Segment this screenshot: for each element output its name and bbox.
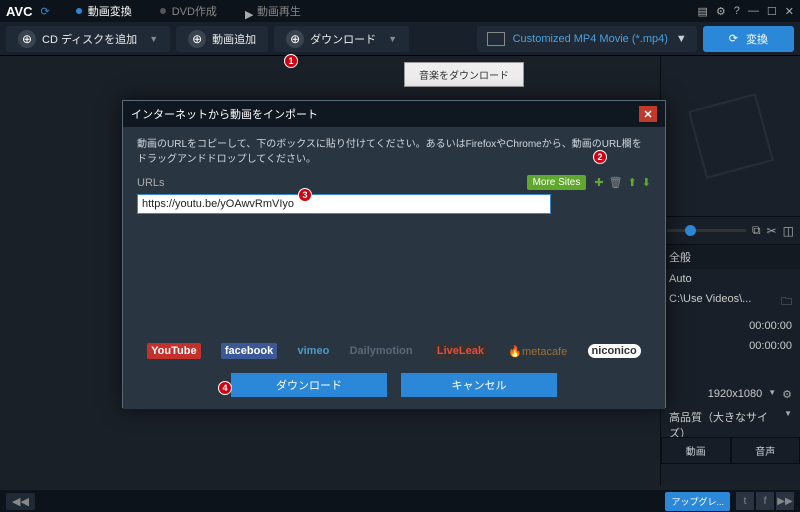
close-icon[interactable]: ✕ [785,5,794,18]
section-general: 全般 [661,245,800,269]
film-plus-icon: ⊕ [188,30,206,48]
more-sites-button[interactable]: More Sites [527,175,587,190]
tab-video[interactable]: 動画 [661,437,731,464]
callout-1: 1 [284,54,298,68]
tab-audio[interactable]: 音声 [731,437,800,464]
prop-resolution[interactable]: 1920x1080▼⚙ [661,384,800,405]
add-cd-button[interactable]: ⊕CD ディスクを追加▼ [6,26,170,52]
trim-slider-row: ⧉ ✂ ◫ [661,216,800,245]
preview-area [661,56,800,216]
side-panel: ⧉ ✂ ◫ 全般 Auto C:\Use Videos\...🗀 00:00:0… [660,56,800,486]
globe-plus-icon: ⊕ [286,30,304,48]
tab-video-convert[interactable]: 動画変換 [62,0,146,22]
metacafe-logo: 🔥metacafe [508,345,567,358]
crop-icon[interactable]: ◫ [783,224,794,238]
folder-icon[interactable]: 🗀 [781,293,792,312]
prop-auto: Auto [661,269,800,289]
maximize-icon[interactable]: ☐ [767,5,777,18]
dialog-body: 動画のURLをコピーして、下のボックスに貼り付けてください。あるいはFirefo… [123,127,665,409]
copy-icon[interactable]: ⧉ [752,223,761,238]
dialog-close-button[interactable]: ✕ [639,106,657,122]
download-button[interactable]: ⊕ダウンロード▼ [274,26,409,52]
dialog-download-button[interactable]: ダウンロード [231,373,387,397]
move-up-icon[interactable]: ⬆ [628,176,637,189]
prop-time1: 00:00:00 [661,316,800,336]
supported-sites-logos: YouTube facebook vimeo Dailymotion LiveL… [137,343,651,359]
callout-4: 4 [218,381,232,395]
callout-3: 3 [298,188,312,202]
dialog-button-row: ダウンロード キャンセル [137,373,651,397]
disc-plus-icon: ⊕ [18,30,36,48]
upgrade-button[interactable]: アップグレ... [665,492,730,511]
play-icon: ▶ [245,8,251,14]
facebook-icon[interactable]: f [756,492,774,510]
url-action-icons: ✚ 🗑 ⬆ ⬇ [594,176,651,189]
youtube-logo: YouTube [147,343,200,359]
delete-url-icon[interactable]: 🗑 [609,176,623,189]
twitter-icon[interactable]: t [736,492,754,510]
side-bottom-tabs: 動画 音声 [661,437,800,464]
music-download-tooltip: 音楽をダウンロード [404,62,524,87]
status-bar: ◀◀ アップグレ... t f ▶▶ [0,490,800,512]
dialog-description: 動画のURLをコピーして、下のボックスに貼り付けてください。あるいはFirefo… [137,137,651,167]
gear-icon[interactable]: ⚙ [716,5,726,18]
collapse-left-button[interactable]: ◀◀ [6,493,35,510]
prop-time2: 00:00:00 [661,336,800,356]
dialog-title: インターネットから動画をインポート [131,106,318,122]
convert-button[interactable]: ⟳変換 [703,26,794,52]
gear-icon[interactable]: ⚙ [782,388,792,401]
help-icon[interactable]: ? [734,5,740,18]
filmroll-icon [688,93,774,179]
trim-slider[interactable] [667,229,746,232]
callout-2: 2 [593,150,607,164]
add-url-icon[interactable]: ✚ [594,176,603,189]
chevron-down-icon: ▼ [768,388,776,401]
film-icon [487,32,505,46]
dialog-cancel-button[interactable]: キャンセル [401,373,557,397]
app-name: AVC [6,4,32,19]
liveleak-logo: LiveLeak [433,343,488,359]
format-select[interactable]: Customized MP4 Movie (*.mp4)▼ [477,26,697,52]
cut-icon[interactable]: ✂ [767,224,777,238]
dot-icon [76,8,82,14]
url-input[interactable] [137,194,551,214]
refresh-icon: ⟳ [729,32,738,45]
add-video-button[interactable]: ⊕動画追加 [176,26,268,52]
dialog-titlebar: インターネットから動画をインポート ✕ [123,101,665,127]
social-icons: t f ▶▶ [736,492,794,510]
title-bar: AVC ⟳ 動画変換 DVD作成 ▶動画再生 ▤ ⚙ ? — ☐ ✕ [0,0,800,22]
vimeo-logo: vimeo [298,345,330,357]
slider-knob[interactable] [685,225,696,236]
main-toolbar: ⊕CD ディスクを追加▼ ⊕動画追加 ⊕ダウンロード▼ Customized M… [0,22,800,56]
url-header-row: URLs More Sites ✚ 🗑 ⬆ ⬇ [137,175,651,190]
tab-dvd-create[interactable]: DVD作成 [146,0,231,22]
chevron-down-icon: ▼ [388,34,397,44]
prop-path[interactable]: C:\Use Videos\...🗀 [661,289,800,316]
refresh-icon[interactable]: ⟳ [40,5,49,18]
minimize-icon[interactable]: — [748,5,759,18]
expand-right-button[interactable]: ▶▶ [776,492,794,510]
chevron-down-icon: ▼ [676,33,687,45]
window-controls: ▤ ⚙ ? — ☐ ✕ [698,5,795,18]
dot-icon [160,8,166,14]
tab-video-play[interactable]: ▶動画再生 [231,0,315,22]
move-down-icon[interactable]: ⬇ [642,176,651,189]
dailymotion-logo: Dailymotion [350,345,413,357]
urls-label: URLs [137,177,165,189]
menu-icon[interactable]: ▤ [698,5,708,18]
chevron-down-icon: ▼ [149,34,158,44]
facebook-logo: facebook [221,343,277,359]
niconico-logo: niconico [588,344,641,358]
import-url-dialog: インターネットから動画をインポート ✕ 動画のURLをコピーして、下のボックスに… [122,100,666,408]
